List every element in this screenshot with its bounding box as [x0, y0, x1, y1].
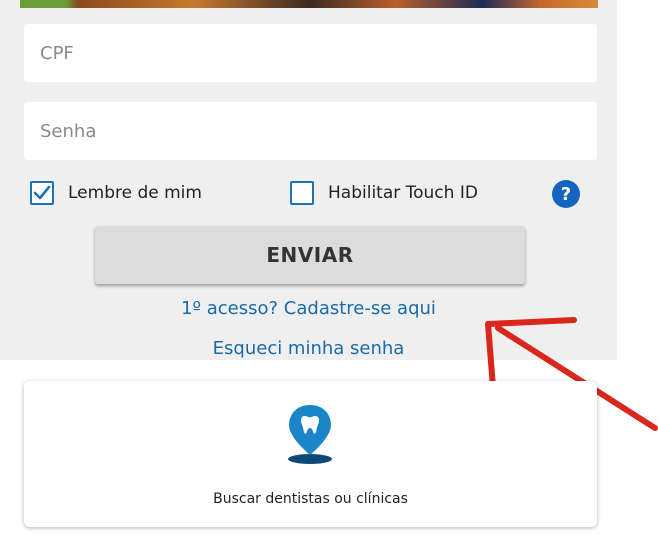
touch-id-label: Habilitar Touch ID — [328, 183, 478, 203]
password-input[interactable]: Senha — [24, 102, 597, 160]
search-dentists-card[interactable]: Buscar dentistas ou clínicas — [24, 381, 597, 527]
checkbox-unchecked-icon[interactable] — [290, 181, 314, 205]
checkbox-checked-icon[interactable] — [30, 181, 54, 205]
search-dentists-label: Buscar dentistas ou clínicas — [213, 491, 408, 507]
header-banner-image — [20, 0, 598, 8]
cpf-input[interactable]: CPF — [24, 24, 597, 82]
password-placeholder: Senha — [40, 120, 97, 142]
help-icon[interactable]: ? — [552, 180, 580, 208]
submit-button[interactable]: ENVIAR — [95, 226, 525, 284]
tooth-location-pin-icon — [288, 405, 332, 464]
remember-me-checkbox[interactable]: Lembre de mim — [30, 178, 202, 208]
remember-me-label: Lembre de mim — [68, 183, 202, 203]
cpf-placeholder: CPF — [40, 42, 74, 64]
touch-id-checkbox[interactable]: Habilitar Touch ID — [290, 178, 478, 208]
